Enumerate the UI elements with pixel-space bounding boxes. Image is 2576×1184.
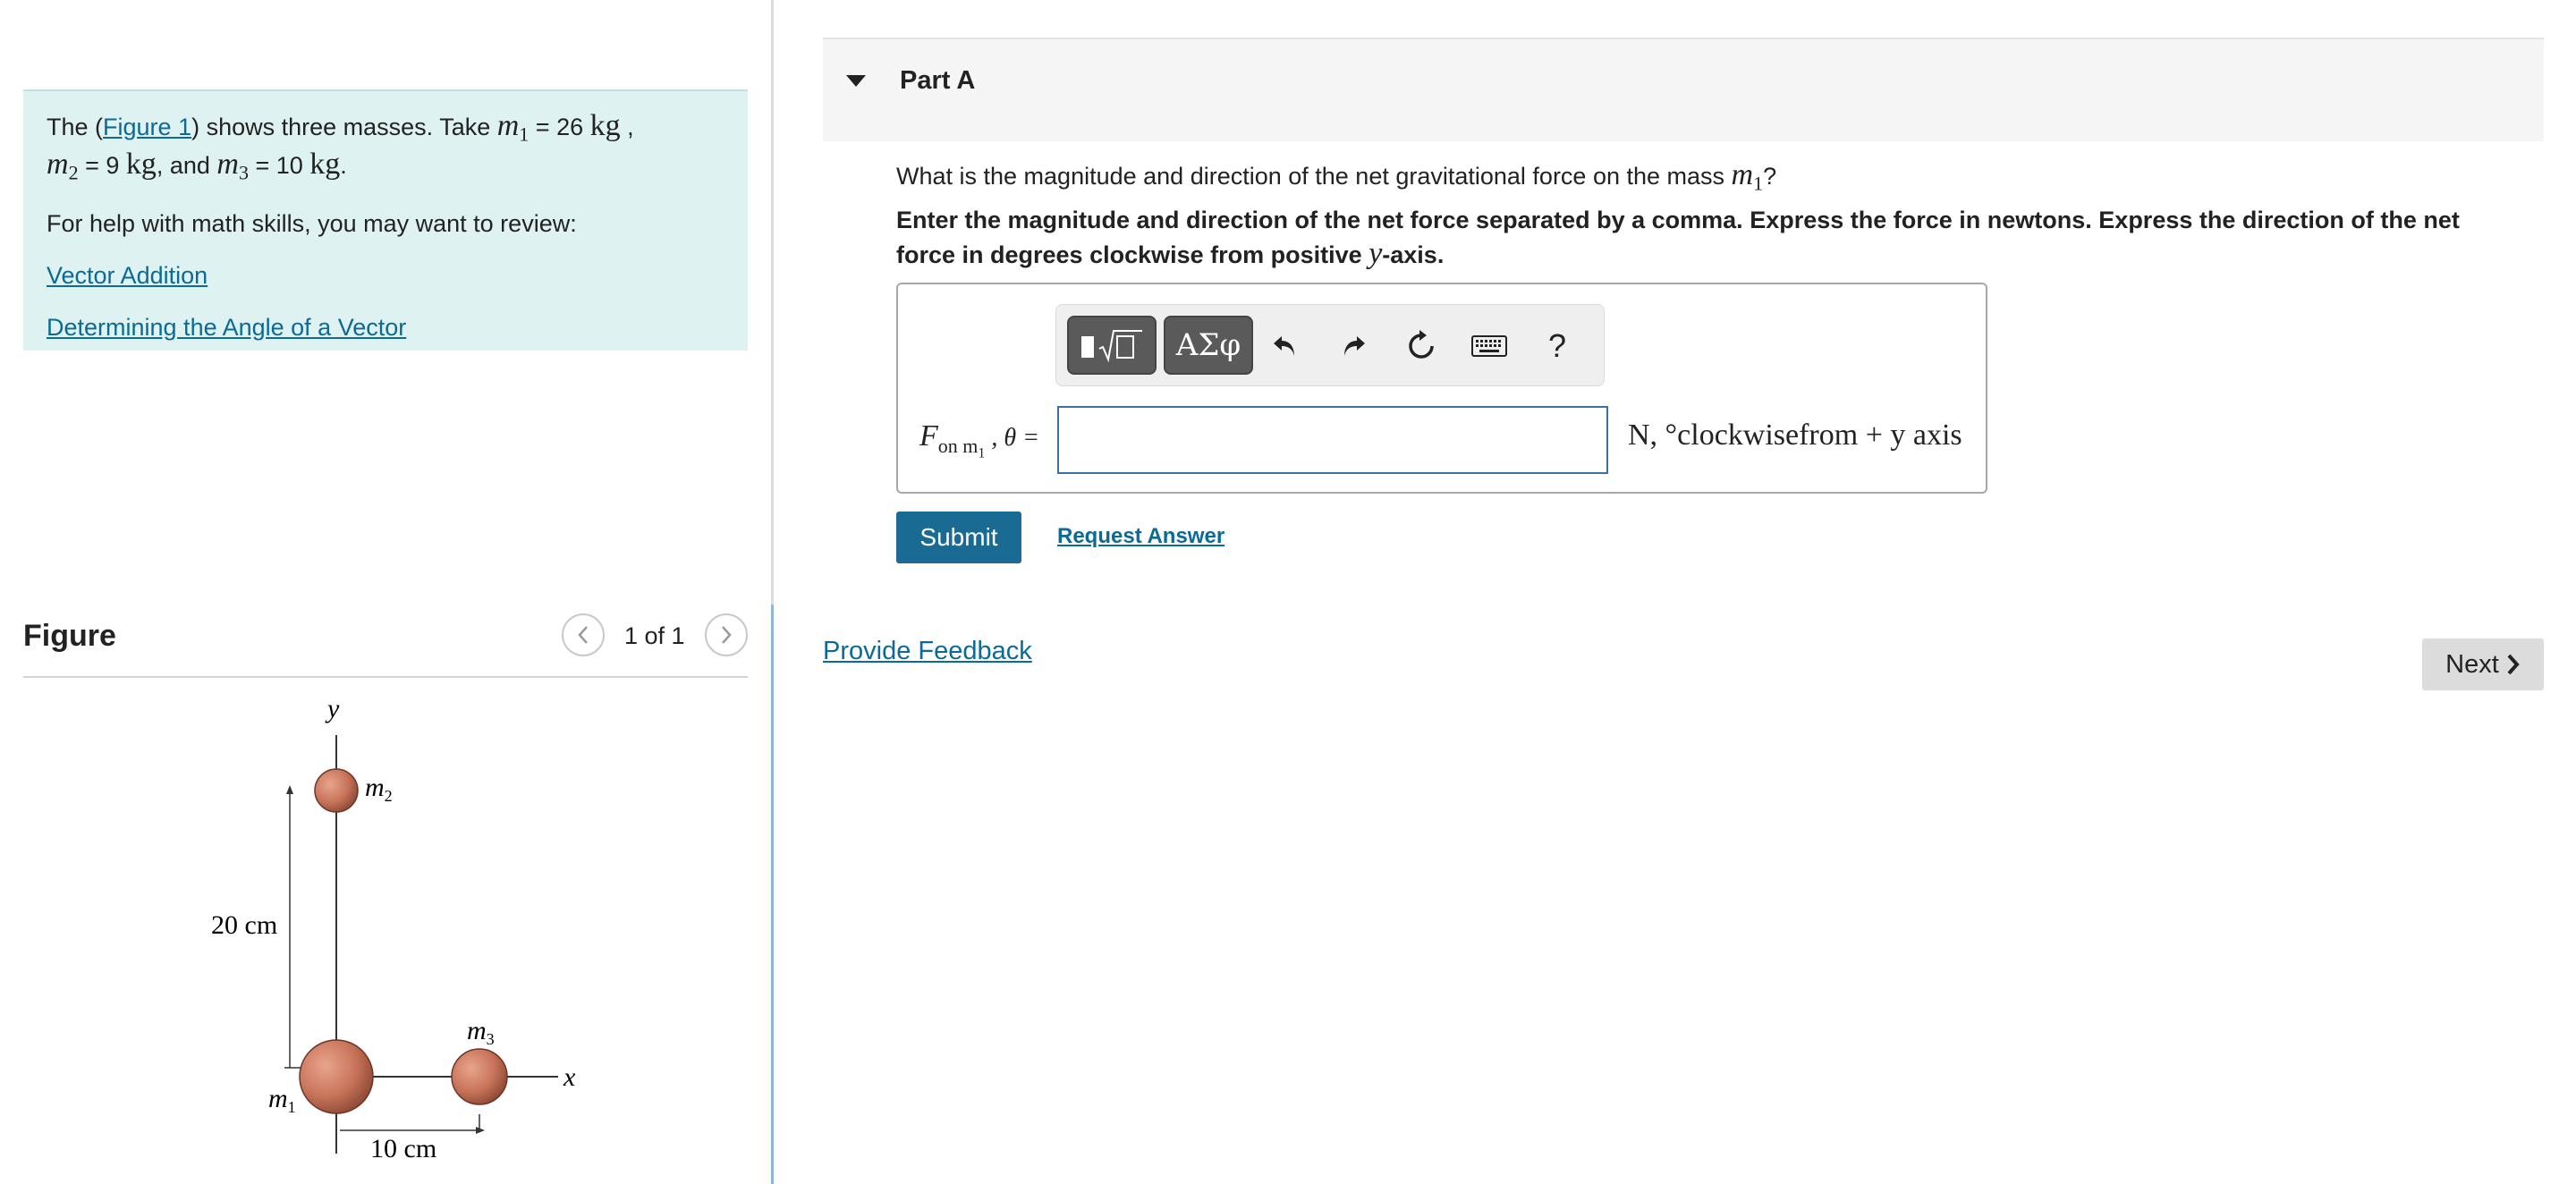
redo-icon[interactable] xyxy=(1328,319,1378,373)
mass-m2-sphere xyxy=(314,768,359,813)
next-button[interactable]: Next xyxy=(2422,639,2544,690)
vertical-distance-label: 20 cm xyxy=(211,910,277,940)
next-figure-button[interactable] xyxy=(705,613,748,656)
and-text: , and xyxy=(156,152,217,180)
m3-value: = 10 xyxy=(248,152,310,180)
answer-F-sub-text: on m xyxy=(937,434,979,457)
question-end: ? xyxy=(1763,163,1777,190)
instructions-text: Enter the magnitude and direction of the… xyxy=(896,204,2524,272)
vector-addition-link[interactable]: Vector Addition xyxy=(47,260,724,291)
kg-unit: kg xyxy=(309,148,341,182)
dimension-arrowhead xyxy=(476,1127,485,1134)
chevron-left-icon xyxy=(578,626,588,644)
undo-icon[interactable] xyxy=(1260,319,1310,373)
help-icon[interactable]: ? xyxy=(1532,319,1582,373)
m2-label: m2 xyxy=(365,773,393,805)
chevron-right-icon xyxy=(2507,654,2520,675)
symbols-button[interactable]: ΑΣφ xyxy=(1164,316,1253,375)
m3-label-sub: 3 xyxy=(487,1030,495,1048)
collapse-caret-icon[interactable] xyxy=(846,75,866,87)
mass-m1-sphere xyxy=(299,1039,374,1114)
submit-button[interactable]: Submit xyxy=(896,512,1021,563)
help-text: For help with math skills, you may want … xyxy=(47,209,577,237)
math-toolbar: ΑΣφ ? xyxy=(1055,304,1605,386)
m3-label: m3 xyxy=(467,1016,495,1048)
intro-text: The ( xyxy=(47,114,104,140)
left-pane: The (Figure 1) shows three masses. Take … xyxy=(0,0,776,1184)
m3-symbol: m xyxy=(216,148,239,182)
period: . xyxy=(340,152,347,180)
answer-F-sub: on m1 xyxy=(937,434,986,461)
answer-F-symbol: F xyxy=(919,419,938,452)
figure-1-link[interactable]: Figure 1 xyxy=(103,114,191,140)
figure-title: Figure xyxy=(23,619,116,653)
m1-value: = 26 xyxy=(529,114,590,140)
request-answer-link[interactable]: Request Answer xyxy=(1057,524,1224,549)
instructions-body: Enter the magnitude and direction of the… xyxy=(896,207,2460,268)
comma: , xyxy=(620,114,634,140)
instructions-end: -axis. xyxy=(1382,241,1445,268)
m2-symbol: m xyxy=(47,148,69,182)
kg-unit: kg xyxy=(589,109,621,142)
units-label: N, °clockwisefrom + y axis xyxy=(1628,419,1962,452)
figure-counter: 1 of 1 xyxy=(624,622,685,649)
provide-feedback-link[interactable]: Provide Feedback xyxy=(823,637,1032,666)
part-a-header[interactable]: Part A xyxy=(823,38,2544,141)
dimension-arrowhead xyxy=(286,785,293,794)
templates-icon xyxy=(1081,330,1142,363)
m1-label-m: m xyxy=(268,1084,288,1113)
next-label: Next xyxy=(2445,649,2499,679)
intro-text: ) shows three masses. Take xyxy=(191,114,497,140)
intro-line-2: m2 = 9 kg, and m3 = 10 kg. xyxy=(47,149,724,188)
m1-label: m1 xyxy=(268,1084,296,1116)
m2-sub: 2 xyxy=(68,161,79,184)
horizontal-distance-label: 10 cm xyxy=(370,1134,436,1163)
chevron-right-icon xyxy=(722,626,732,644)
question-body: What is the magnitude and direction of t… xyxy=(896,163,1732,190)
mass-m3-sphere xyxy=(451,1048,508,1105)
y-axis-label: y xyxy=(325,694,340,723)
answer-box: ΑΣφ ? Fon m1 , θ = N, °clockwisefrom + y… xyxy=(896,283,1987,494)
reset-icon[interactable] xyxy=(1396,319,1446,373)
m2-label-sub: 2 xyxy=(385,787,393,805)
x-axis-label: x xyxy=(563,1062,576,1092)
kg-unit: kg xyxy=(125,148,157,182)
m1-sub: 1 xyxy=(519,123,530,146)
answer-label: Fon m1 , θ = xyxy=(919,419,1039,461)
question-text: What is the magnitude and direction of t… xyxy=(896,157,1776,201)
figure-header: Figure 1 of 1 xyxy=(23,613,748,678)
question-m1-symbol: m xyxy=(1731,158,1754,191)
part-title: Part A xyxy=(900,66,976,95)
intro-line-1: The (Figure 1) shows three masses. Take … xyxy=(47,111,724,149)
intro-box: The (Figure 1) shows three masses. Take … xyxy=(23,89,748,351)
previous-figure-button[interactable] xyxy=(562,613,605,656)
angle-of-vector-link[interactable]: Determining the Angle of a Vector xyxy=(47,312,724,343)
m3-sub: 3 xyxy=(238,161,249,184)
keyboard-icon[interactable] xyxy=(1464,319,1514,373)
templates-button[interactable] xyxy=(1067,316,1157,375)
answer-input[interactable] xyxy=(1057,406,1608,474)
pane-divider-accent xyxy=(771,605,774,1184)
m2-label-m: m xyxy=(365,773,385,802)
instructions-y-symbol: y xyxy=(1368,237,1383,270)
m1-symbol: m xyxy=(496,109,520,142)
answer-theta-label: , θ = xyxy=(985,424,1040,452)
m2-value: = 9 xyxy=(78,152,126,180)
m3-label-m: m xyxy=(467,1016,487,1045)
m1-label-sub: 1 xyxy=(288,1098,296,1116)
masses-figure: y x m2 m3 m1 20 cm 10 cm xyxy=(211,694,576,1163)
question-m1-sub: 1 xyxy=(1753,172,1764,195)
